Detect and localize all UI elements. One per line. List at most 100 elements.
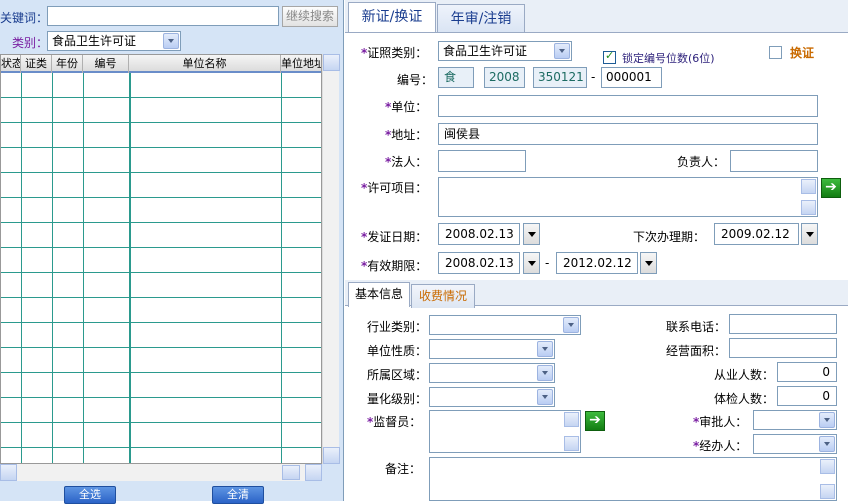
arrow-right-icon[interactable]: ➔	[821, 178, 841, 198]
industry-label: 行业类别：	[367, 320, 428, 334]
grid-vline	[281, 73, 282, 463]
chevron-down-icon[interactable]	[537, 389, 553, 405]
address-input[interactable]: 闽侯县	[438, 123, 818, 145]
continue-search-button[interactable]: 继续搜索	[282, 6, 338, 27]
legal-person-label: *法人：	[385, 155, 428, 169]
approver-label: *审批人：	[693, 415, 748, 429]
select-all-button[interactable]: 全选	[64, 486, 116, 504]
checked-count-input[interactable]: 0	[777, 386, 837, 406]
category-select[interactable]: 食品卫生许可证	[47, 31, 181, 51]
valid-from-field[interactable]: 2008.02.13	[438, 252, 520, 274]
calendar-dropdown-icon[interactable]	[523, 223, 540, 245]
responsible-label: 负责人：	[677, 155, 726, 169]
clear-all-button[interactable]: 全清	[212, 486, 264, 504]
permit-items-textarea[interactable]	[438, 177, 818, 217]
number-sequence-field[interactable]: 000001	[601, 67, 662, 88]
scroll-up-icon[interactable]	[564, 412, 579, 427]
unit-input[interactable]	[438, 95, 818, 117]
left-panel: 关键词： 继续搜索 类别： 食品卫生许可证 状态 证类 年份 编号 单位名称 单…	[0, 0, 344, 504]
calendar-dropdown-icon[interactable]	[801, 223, 818, 245]
keyword-label: 关键词：	[0, 11, 49, 25]
next-date-field[interactable]: 2009.02.12	[714, 223, 799, 245]
col-year[interactable]: 年份	[52, 55, 83, 73]
number-dash: -	[591, 70, 596, 84]
grid-vertical-scrollbar[interactable]	[322, 54, 340, 464]
scroll-right-icon[interactable]	[305, 464, 322, 481]
valid-to-field[interactable]: 2012.02.12	[556, 252, 638, 274]
legal-person-input[interactable]	[438, 150, 526, 172]
region-select[interactable]	[429, 363, 555, 383]
responsible-input[interactable]	[730, 150, 818, 172]
chevron-down-icon[interactable]	[554, 43, 570, 59]
handler-label: *经办人：	[693, 439, 748, 453]
scroll-up-icon[interactable]	[323, 54, 340, 71]
results-grid[interactable]: 状态 证类 年份 编号 单位名称 单位地址	[0, 54, 322, 464]
phone-input[interactable]	[729, 314, 837, 334]
grid-row-line	[1, 172, 321, 173]
lock-digits-label: 锁定编号位数(6位)	[622, 52, 715, 65]
scroll-down-icon[interactable]	[564, 436, 579, 451]
business-area-label: 经营面积：	[666, 344, 727, 358]
employees-input[interactable]: 0	[777, 362, 837, 382]
business-area-input[interactable]	[729, 338, 837, 358]
scroll-thumb[interactable]	[282, 465, 300, 480]
col-unit-address[interactable]: 单位地址	[281, 55, 321, 73]
grid-vline	[129, 73, 131, 463]
scroll-up-icon[interactable]	[801, 179, 816, 194]
unit-nature-select[interactable]	[429, 339, 555, 359]
scroll-down-icon[interactable]	[801, 200, 816, 215]
issue-date-label: *发证日期：	[361, 230, 428, 244]
grid-row-line	[1, 147, 321, 148]
grid-row-line	[1, 297, 321, 298]
chevron-down-icon[interactable]	[819, 412, 835, 428]
category-value: 食品卫生许可证	[52, 34, 137, 48]
scroll-down-icon[interactable]	[323, 447, 340, 464]
calendar-dropdown-icon[interactable]	[523, 252, 540, 274]
col-type[interactable]: 证类	[21, 55, 52, 73]
col-number[interactable]: 编号	[83, 55, 129, 73]
approver-select[interactable]	[753, 410, 837, 430]
tab-annual-cancel[interactable]: 年审/注销	[437, 4, 525, 35]
chevron-down-icon[interactable]	[819, 436, 835, 452]
chevron-down-icon[interactable]	[563, 317, 579, 333]
permit-items-label: *许可项目：	[361, 181, 428, 195]
supervisor-list[interactable]	[429, 410, 581, 453]
tab-basic-info[interactable]: 基本信息	[348, 282, 410, 307]
license-type-select[interactable]: 食品卫生许可证	[438, 41, 572, 61]
grid-horizontal-scrollbar[interactable]	[0, 464, 322, 481]
handler-select[interactable]	[753, 434, 837, 454]
calendar-dropdown-icon[interactable]	[640, 252, 657, 274]
col-unit-name[interactable]: 单位名称	[129, 55, 281, 73]
number-year-field[interactable]: 2008	[484, 67, 525, 88]
tab-fees[interactable]: 收费情况	[411, 284, 475, 308]
grid-vline	[83, 73, 84, 463]
chevron-down-icon[interactable]	[537, 365, 553, 381]
chevron-down-icon[interactable]	[163, 33, 179, 49]
quant-level-label: 量化级别：	[367, 392, 428, 406]
tab-new-renew[interactable]: 新证/换证	[348, 2, 436, 33]
scroll-up-icon[interactable]	[820, 459, 835, 474]
issue-date-field[interactable]: 2008.02.13	[438, 223, 520, 245]
number-prefix-field[interactable]: 食	[438, 67, 474, 88]
grid-row-line	[1, 97, 321, 98]
grid-row-line	[1, 397, 321, 398]
scroll-down-icon[interactable]	[820, 484, 835, 499]
quant-level-select[interactable]	[429, 387, 555, 407]
col-status[interactable]: 状态	[1, 55, 21, 73]
arrow-right-icon[interactable]: ➔	[585, 411, 605, 431]
lock-digits-checkbox[interactable]: ✓	[603, 49, 616, 64]
checked-count-label: 体检人数：	[714, 392, 775, 406]
check-mark-icon: ✓	[605, 49, 615, 62]
renew-label: 换证	[790, 46, 815, 60]
scroll-left-icon[interactable]	[0, 464, 17, 481]
number-label: 编号：	[397, 73, 434, 87]
keyword-input[interactable]	[47, 6, 279, 26]
grid-header: 状态 证类 年份 编号 单位名称 单位地址	[1, 55, 321, 73]
remark-textarea[interactable]	[429, 457, 837, 501]
chevron-down-icon[interactable]	[537, 341, 553, 357]
grid-row-line	[1, 422, 321, 423]
grid-row-line	[1, 197, 321, 198]
renew-checkbox[interactable]	[769, 46, 782, 59]
number-area-field[interactable]: 350121	[533, 67, 587, 88]
industry-select[interactable]	[429, 315, 581, 335]
